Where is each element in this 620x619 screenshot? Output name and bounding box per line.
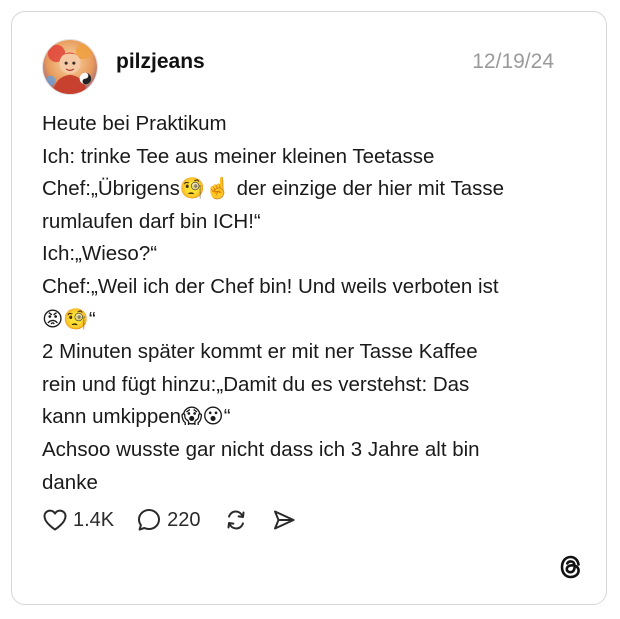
post-line: rumlaufen darf bin ICH!“ <box>42 209 261 233</box>
repost-icon <box>227 510 245 530</box>
post-line: Chef:„Übrigens🧐☝️ der einzige der hier m… <box>42 177 505 201</box>
post-actions: 1.4K 220 <box>42 505 297 535</box>
avatar[interactable] <box>42 39 98 95</box>
heart-icon <box>43 509 67 531</box>
username[interactable]: pilzjeans <box>116 50 205 74</box>
post-line: Chef:„Weil ich der Chef bin! Und weils v… <box>42 274 499 298</box>
repost-button[interactable] <box>223 507 249 533</box>
post-line: danke <box>42 470 98 494</box>
reply-count: 220 <box>167 508 201 531</box>
post-line: Ich:„Wieso?“ <box>42 242 158 266</box>
like-button[interactable]: 1.4K <box>42 508 114 532</box>
post-line: 😡🧐“ <box>42 307 96 331</box>
share-button[interactable] <box>271 507 297 533</box>
post-line: Ich: trinke Tee aus meiner kleinen Teeta… <box>42 144 435 168</box>
threads-logo-icon[interactable] <box>558 553 584 581</box>
post-line: rein und fügt hinzu:„Damit du es versteh… <box>42 372 470 396</box>
post-body: Heute bei Praktikum Ich: trinke Tee aus … <box>42 108 562 499</box>
comment-bubble-icon <box>138 509 161 531</box>
post-line: Achsoo wusste gar nicht dass ich 3 Jahre… <box>42 437 480 461</box>
post-date: 12/19/24 <box>472 50 554 73</box>
like-count: 1.4K <box>73 508 115 531</box>
send-icon <box>273 510 295 530</box>
reply-button[interactable]: 220 <box>136 507 201 533</box>
post-line: kann umkippen😱😮“ <box>42 405 231 429</box>
post-line: Heute bei Praktikum <box>42 112 227 135</box>
post-card: pilzjeans 12/19/24 Heute bei Praktikum I… <box>11 11 607 605</box>
post-line: 2 Minuten später kommt er mit ner Tasse … <box>42 340 478 364</box>
avatar-image <box>43 40 97 94</box>
